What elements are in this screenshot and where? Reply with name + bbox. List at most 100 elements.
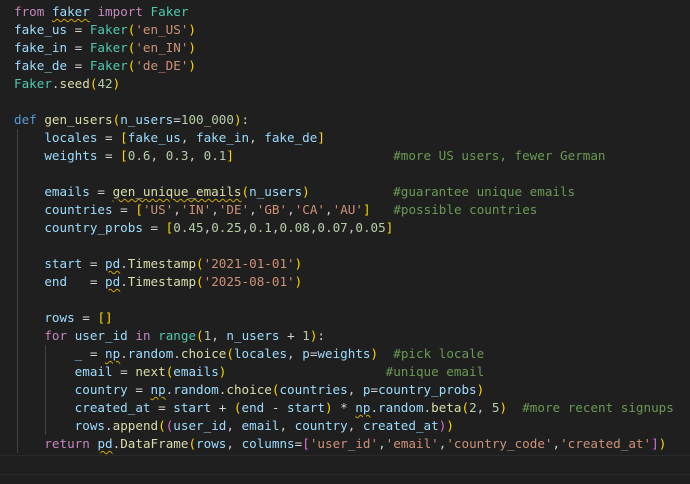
- code-token: rows: [44, 310, 75, 325]
- code-line[interactable]: from faker import Faker: [14, 3, 690, 21]
- code-token: 'AU': [332, 202, 363, 217]
- code-token: [: [120, 148, 128, 163]
- code-line[interactable]: country_probs = [0.45,0.25,0.1,0.08,0.07…: [14, 219, 690, 237]
- code-token: ): [294, 274, 303, 289]
- code-token: #more US users, fewer German: [393, 148, 606, 163]
- indent-guide: [17, 255, 18, 273]
- code-line[interactable]: locales = [fake_us, fake_in, fake_de]: [14, 129, 690, 147]
- code-line[interactable]: def gen_users(n_users=100_000):: [14, 111, 690, 129]
- code-token: #possible countries: [393, 202, 538, 217]
- code-token: country_probs: [378, 382, 477, 397]
- indent-guide: [17, 273, 18, 291]
- code-token: ]: [362, 202, 371, 217]
- code-line[interactable]: Faker.seed(42): [14, 75, 690, 93]
- indent-guide: [17, 165, 18, 183]
- code-token: pd: [105, 256, 121, 271]
- code-token: (: [158, 418, 166, 433]
- code-token: 'country_code': [446, 436, 553, 451]
- code-line[interactable]: [14, 93, 690, 111]
- code-line[interactable]: countries = ['US','IN','DE','GB','CA','A…: [14, 201, 690, 219]
- code-editor[interactable]: from faker import Faker fake_us = Faker('…: [0, 0, 690, 484]
- code-token: #guarantee unique emails: [393, 184, 576, 199]
- code-token: =: [89, 184, 113, 199]
- code-line[interactable]: fake_in = Faker('en_IN'): [14, 39, 690, 57]
- code-token: p: [302, 346, 310, 361]
- code-token: ): [324, 400, 333, 415]
- code-line[interactable]: weights = [0.6, 0.3, 0.1] #more US users…: [14, 147, 690, 165]
- code-token: 1: [302, 328, 310, 343]
- code-token: .: [423, 400, 432, 415]
- code-token: ): [188, 40, 197, 55]
- code-line[interactable]: end = pd.Timestamp('2025-08-01'): [14, 273, 690, 291]
- code-line[interactable]: [14, 291, 690, 309]
- code-token: [: [302, 436, 310, 451]
- code-area[interactable]: from faker import Faker fake_us = Faker('…: [14, 3, 690, 471]
- code-token: ,: [249, 202, 257, 217]
- code-token: ,: [347, 382, 363, 397]
- code-token: ,: [249, 130, 265, 145]
- code-token: .: [51, 76, 60, 91]
- code-token: 0.45: [173, 220, 204, 235]
- code-token: country: [74, 382, 128, 397]
- code-token: 0.08: [279, 220, 310, 235]
- code-token: created_at: [74, 400, 151, 415]
- code-token: (: [241, 184, 250, 199]
- code-token: start: [287, 400, 325, 415]
- code-line[interactable]: fake_us = Faker('en_US'): [14, 21, 690, 39]
- code-token: ): [370, 346, 379, 361]
- code-line[interactable]: rows.append((user_id, email, country, cr…: [14, 417, 690, 435]
- code-token: ,: [287, 202, 295, 217]
- code-token: []: [97, 310, 113, 325]
- code-token: np: [150, 382, 166, 397]
- indent-guide: [17, 201, 18, 219]
- code-token: 2: [469, 400, 477, 415]
- code-token: ]: [385, 220, 394, 235]
- code-line[interactable]: _ = np.random.choice(locales, p=weights)…: [14, 345, 690, 363]
- code-token: country_probs: [44, 220, 143, 235]
- indent-guide: [45, 381, 46, 399]
- code-token: ,: [378, 436, 386, 451]
- code-token: *: [332, 400, 356, 415]
- code-token: .: [105, 418, 113, 433]
- code-token: =: [97, 148, 121, 163]
- indent-guide: [17, 345, 18, 363]
- code-token: for: [44, 328, 68, 343]
- code-line[interactable]: rows = []: [14, 309, 690, 327]
- code-token: end: [241, 400, 265, 415]
- code-token: (: [461, 400, 470, 415]
- indent-guide: [45, 345, 46, 363]
- code-line[interactable]: [14, 237, 690, 255]
- code-line[interactable]: country = np.random.choice(countries, p=…: [14, 381, 690, 399]
- code-token: email: [241, 418, 280, 433]
- code-line[interactable]: for user_id in range(1, n_users + 1):: [14, 327, 690, 345]
- code-line[interactable]: [14, 453, 690, 471]
- code-line[interactable]: email = next(emails) #unique email: [14, 363, 690, 381]
- code-token: 0.1: [249, 220, 272, 235]
- code-token: (: [196, 256, 204, 271]
- code-line[interactable]: start = pd.Timestamp('2021-01-01'): [14, 255, 690, 273]
- code-token: .: [120, 274, 128, 289]
- code-line[interactable]: fake_de = Faker('de_DE'): [14, 57, 690, 75]
- code-token: '2025-08-01': [203, 274, 295, 289]
- code-token: 'email': [385, 436, 439, 451]
- code-token: =: [67, 22, 90, 37]
- code-line[interactable]: return pd.DataFrame(rows, columns=['user…: [14, 435, 690, 453]
- code-token: random: [173, 382, 219, 397]
- code-token: (: [188, 436, 197, 451]
- code-line[interactable]: [14, 165, 690, 183]
- code-token: DataFrame: [120, 436, 189, 451]
- code-token: -: [264, 400, 288, 415]
- code-line[interactable]: created_at = start + (end - start) * np.…: [14, 399, 690, 417]
- code-token: (: [196, 328, 204, 343]
- code-token: Faker: [89, 40, 128, 55]
- code-line[interactable]: emails = gen_unique_emails(n_users) #gua…: [14, 183, 690, 201]
- code-token: rows: [74, 418, 106, 433]
- indent-guide: [17, 327, 18, 345]
- code-token: 0.07: [317, 220, 348, 235]
